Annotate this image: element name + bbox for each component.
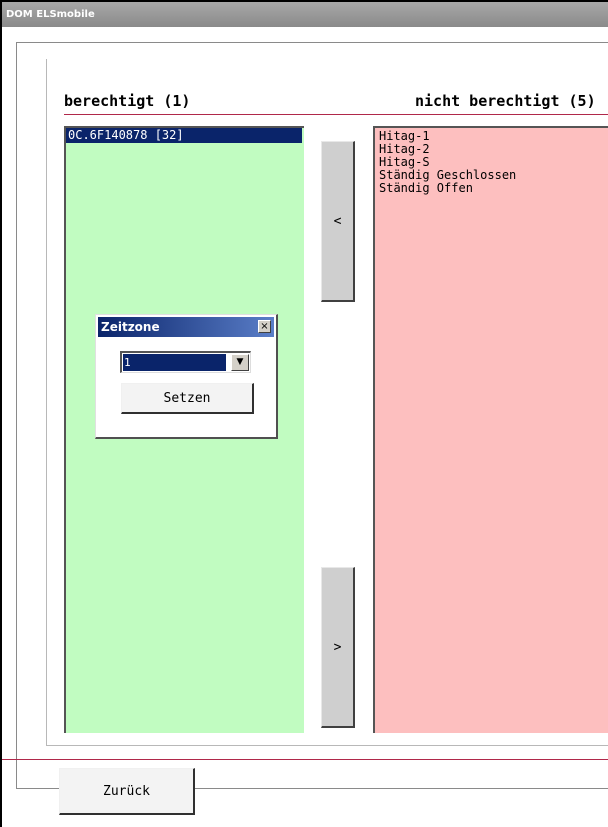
footer-divider [2, 759, 608, 760]
close-icon[interactable]: × [258, 320, 271, 333]
header-divider [64, 114, 608, 115]
timezone-dialog: Zeitzone × 1 ▼ Setzen [95, 314, 278, 439]
allowed-header: berechtigt (1) [64, 92, 191, 110]
not-allowed-list[interactable]: Hitag-1 Hitag-2 Hitag-S Ständig Geschlos… [373, 126, 608, 733]
dialog-title: Zeitzone [101, 320, 160, 334]
timezone-select[interactable]: 1 ▼ [120, 351, 251, 373]
list-item[interactable]: Ständig Offen [379, 182, 608, 195]
timezone-select-value: 1 [123, 354, 226, 371]
chevron-down-icon[interactable]: ▼ [231, 354, 249, 371]
app-window: DOM ELSmobile berechtigt (1) nicht berec… [0, 0, 608, 827]
move-right-button[interactable]: > [321, 567, 355, 728]
back-button[interactable]: Zurück [59, 768, 195, 815]
list-item[interactable]: 0C.6F140878 [32] [66, 128, 302, 143]
window-title: DOM ELSmobile [2, 2, 608, 27]
dialog-title-bar: Zeitzone × [98, 317, 274, 337]
not-allowed-header: nicht berechtigt (5) [415, 92, 596, 110]
move-left-button[interactable]: < [321, 141, 355, 302]
set-button[interactable]: Setzen [121, 383, 254, 414]
